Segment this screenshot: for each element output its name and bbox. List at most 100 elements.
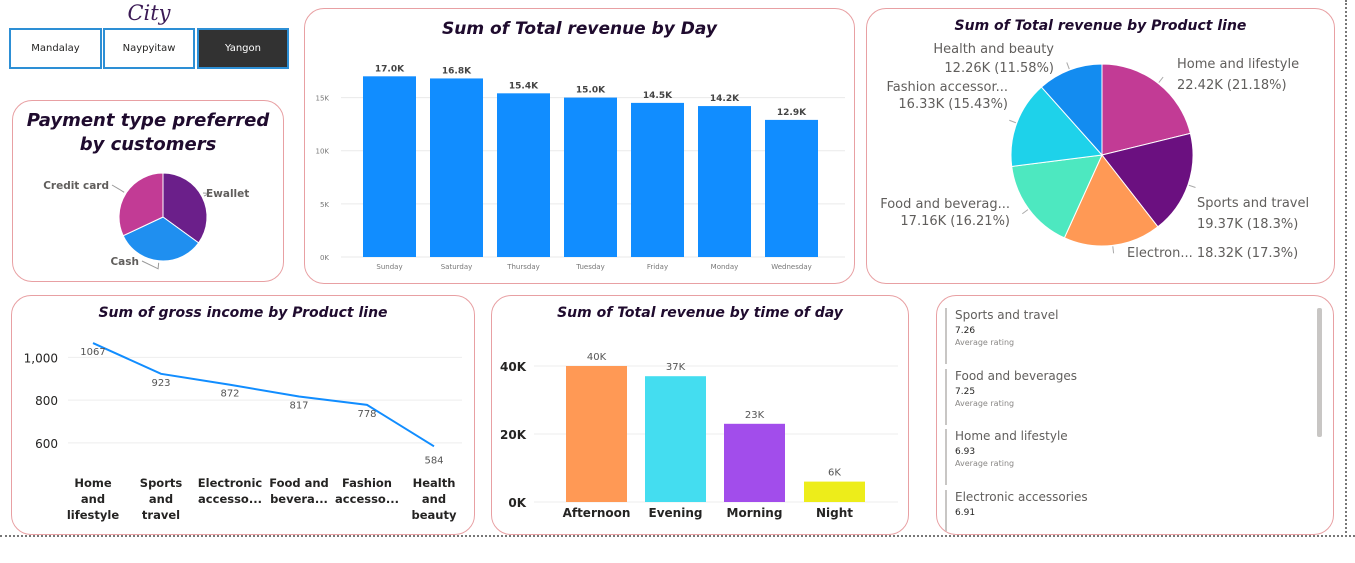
x-tick-label: Thursday bbox=[506, 263, 540, 271]
revenue-by-time-chart: 0K 20K 40K 40K Afternoon 37K Evening 23K Morning… bbox=[500, 352, 898, 520]
page-bottom-border bbox=[0, 535, 1355, 537]
leader-line bbox=[1112, 246, 1115, 254]
bar-monday[interactable] bbox=[698, 106, 751, 258]
data-label: 1067 bbox=[80, 347, 105, 358]
revenue-by-time-card: Sum of Total revenue by time of day 0K 20… bbox=[491, 295, 909, 535]
rating-item-subtitle: Average rating bbox=[955, 338, 1015, 347]
y-tick-label: 0K bbox=[320, 254, 329, 262]
x-tick-label: Monday bbox=[711, 263, 739, 271]
pie-label-value: 22.42K (21.18%) bbox=[1177, 78, 1287, 93]
data-label: 12.9K bbox=[777, 108, 807, 118]
x-tick-label: Tuesday bbox=[575, 263, 604, 271]
data-label: 37K bbox=[666, 362, 686, 373]
bar-saturday[interactable] bbox=[430, 78, 483, 257]
bar-sunday[interactable] bbox=[363, 76, 416, 257]
gross-income-card: Sum of gross income by Product line 600 8… bbox=[11, 295, 475, 535]
rating-item: Electronic accessories 6.91 bbox=[945, 490, 1311, 534]
rating-item-value: 7.26 bbox=[955, 326, 976, 336]
x-tick-label: and bbox=[81, 492, 105, 506]
city-option-mandalay[interactable]: Mandalay bbox=[9, 28, 102, 69]
payment-pie-chart: Ewallet Cash Credit card bbox=[43, 172, 249, 270]
city-slicer-title: City bbox=[127, 1, 171, 25]
x-tick-label: Friday bbox=[647, 263, 668, 271]
bar-evening[interactable] bbox=[645, 376, 706, 502]
x-tick-label: accesso... bbox=[198, 492, 262, 506]
gross-income-line-chart: 600 800 1,000 1067 923 872 817 778 584 Home and lif… bbox=[24, 342, 462, 522]
bar-thursday[interactable] bbox=[497, 93, 550, 257]
rating-item: Food and beverages 7.25 Average rating bbox=[945, 369, 1311, 425]
x-tick-label: lifestyle bbox=[67, 508, 119, 522]
bar-night[interactable] bbox=[804, 481, 865, 502]
payment-type-card: Payment type preferred by customers Ewal… bbox=[12, 100, 284, 282]
y-tick-label: 10K bbox=[316, 148, 330, 156]
y-tick-label: 1,000 bbox=[24, 351, 58, 365]
rating-item-subtitle: Average rating bbox=[955, 459, 1015, 468]
bar-friday[interactable] bbox=[631, 102, 684, 257]
x-tick-label: beauty bbox=[412, 508, 457, 522]
leader-line bbox=[1009, 119, 1017, 124]
pie-label-name: Health and beauty bbox=[933, 42, 1054, 57]
bar-morning[interactable] bbox=[724, 423, 785, 502]
rating-item-name: Food and beverages bbox=[955, 369, 1078, 383]
revenue-by-day-card: Sum of Total revenue by Day 0K 5K 10K 15K 17… bbox=[304, 8, 855, 284]
y-tick-label: 5K bbox=[320, 201, 329, 209]
data-label: 15.4K bbox=[509, 81, 539, 91]
x-tick-label: travel bbox=[142, 508, 180, 522]
revenue-by-product-pie: Home and lifestyle 22.42K (21.18%) Sports … bbox=[880, 42, 1309, 261]
x-tick-label: Sunday bbox=[376, 263, 402, 271]
leader-line bbox=[1188, 184, 1196, 188]
city-option-yangon[interactable]: Yangon bbox=[197, 28, 289, 69]
x-tick-label: Home bbox=[74, 476, 112, 490]
leader-line bbox=[1066, 62, 1070, 70]
x-tick-label: Electronic bbox=[198, 476, 263, 490]
x-tick-label: and bbox=[422, 492, 446, 506]
x-tick-label: bevera... bbox=[270, 492, 328, 506]
rating-item-name: Electronic accessories bbox=[955, 490, 1088, 504]
x-tick-label: Health bbox=[413, 476, 456, 490]
bar-tuesday[interactable] bbox=[564, 97, 617, 257]
data-label: 23K bbox=[745, 410, 765, 421]
x-tick-label: Saturday bbox=[441, 263, 473, 271]
rating-item: Home and lifestyle 6.93 Average rating bbox=[945, 429, 1311, 485]
x-tick-label: accesso... bbox=[335, 492, 399, 506]
data-label: 923 bbox=[151, 378, 170, 389]
pie-label-value: 16.33K (15.43%) bbox=[898, 97, 1008, 112]
x-tick-label: Night bbox=[816, 506, 853, 520]
ratings-scrollbar[interactable] bbox=[1317, 308, 1322, 437]
gross-income-line[interactable] bbox=[92, 342, 435, 448]
pie-label: Electron... 18.32K (17.3%) bbox=[1127, 246, 1298, 261]
x-tick-label: and bbox=[149, 492, 173, 506]
pie-label-name: Fashion accessor... bbox=[886, 80, 1008, 95]
x-tick-label: Afternoon bbox=[563, 506, 631, 520]
data-label: 584 bbox=[424, 455, 443, 466]
bar-wednesday[interactable] bbox=[765, 119, 818, 258]
rating-item-name: Sports and travel bbox=[955, 308, 1059, 322]
pie-label: Ewallet bbox=[206, 188, 249, 200]
y-tick-label: 40K bbox=[500, 360, 527, 374]
pie-label-name: Home and lifestyle bbox=[1177, 57, 1299, 72]
rating-item: Sports and travel 7.26 Average rating bbox=[945, 308, 1311, 364]
ratings-card: Sports and travel 7.26 Average rating Fo… bbox=[936, 295, 1334, 535]
y-tick-label: 600 bbox=[35, 437, 58, 451]
x-tick-label: Evening bbox=[649, 506, 703, 520]
data-label: 872 bbox=[220, 389, 239, 400]
revenue-by-product-card: Sum of Total revenue by Product line Hom… bbox=[866, 8, 1335, 284]
data-label: 6K bbox=[828, 468, 841, 479]
x-tick-label: Sports bbox=[140, 476, 183, 490]
leader-line bbox=[1022, 209, 1029, 215]
leader-line bbox=[111, 184, 125, 193]
y-tick-label: 800 bbox=[35, 394, 58, 408]
data-label: 15.0K bbox=[576, 86, 606, 96]
city-option-naypyitaw[interactable]: Naypyitaw bbox=[103, 28, 195, 69]
pie-label-value: 12.26K (11.58%) bbox=[944, 61, 1054, 76]
pie-label-name: Sports and travel bbox=[1197, 196, 1309, 211]
y-tick-label: 15K bbox=[316, 95, 330, 103]
revenue-by-day-chart: 0K 5K 10K 15K 17.0K Sunday 16.8K Saturday 15.4K T… bbox=[316, 64, 845, 271]
bar-afternoon[interactable] bbox=[566, 366, 627, 502]
data-label: 817 bbox=[289, 401, 308, 412]
data-label: 778 bbox=[357, 409, 376, 420]
y-tick-label: 0K bbox=[508, 496, 526, 510]
pie-label-value: 17.16K (16.21%) bbox=[900, 214, 1010, 229]
pie-label: Cash bbox=[110, 256, 139, 268]
rating-item-name: Home and lifestyle bbox=[955, 429, 1068, 443]
